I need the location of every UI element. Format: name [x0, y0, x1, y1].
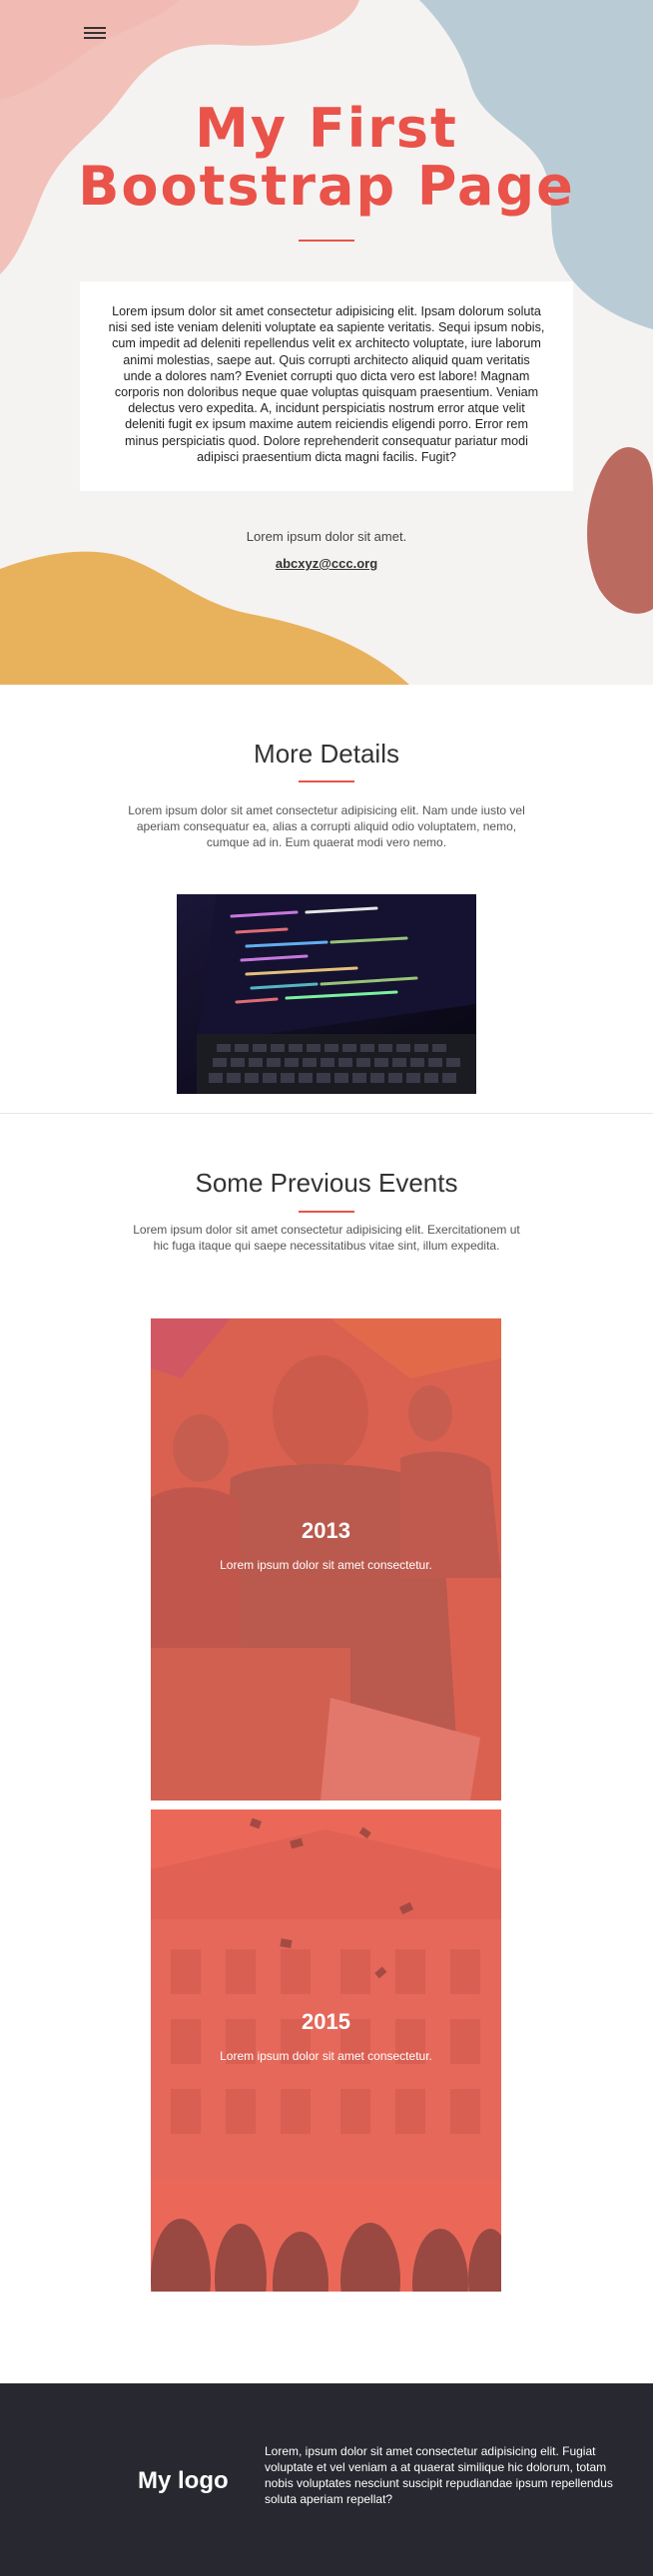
footer-logo[interactable]: My logo	[138, 2467, 229, 2495]
event-year: 2015	[302, 2009, 350, 2034]
hero-paragraph-card: Lorem ipsum dolor sit amet consectetur a…	[80, 281, 573, 491]
hero-title-line1: My First	[195, 97, 458, 160]
event-card-2013[interactable]: 2013 Lorem ipsum dolor sit amet consecte…	[151, 1318, 501, 1801]
contact-email-link[interactable]: abcxyz@ccc.org	[0, 556, 653, 571]
hero-subtitle: Lorem ipsum dolor sit amet.	[246, 529, 407, 544]
hero-title: My First Bootstrap Page	[0, 100, 653, 216]
details-title: More Details	[254, 739, 399, 769]
details-title-underline	[299, 780, 354, 782]
details-text: Lorem ipsum dolor sit amet consectetur a…	[128, 803, 525, 849]
hero-section: My First Bootstrap Page Lorem ipsum dolo…	[0, 0, 653, 685]
hero-title-line2: Bootstrap Page	[78, 155, 575, 218]
event-card-2015[interactable]: 2015 Lorem ipsum dolor sit amet consecte…	[151, 1809, 501, 2292]
events-text: Lorem ipsum dolor sit amet consectetur a…	[133, 1223, 520, 1253]
hamburger-icon	[84, 27, 106, 29]
events-title-underline	[299, 1211, 354, 1213]
section-divider	[0, 1113, 653, 1114]
events-title: Some Previous Events	[195, 1168, 458, 1198]
footer-text: Lorem, ipsum dolor sit amet consectetur …	[265, 2444, 613, 2506]
code-laptop-image	[177, 894, 476, 1094]
footer: My logo Lorem, ipsum dolor sit amet cons…	[0, 2383, 653, 2576]
hero-title-underline	[299, 240, 354, 242]
event-caption: Lorem ipsum dolor sit amet consectetur.	[220, 2049, 432, 2063]
event-caption: Lorem ipsum dolor sit amet consectetur.	[220, 1558, 432, 1572]
hero-paragraph: Lorem ipsum dolor sit amet consectetur a…	[108, 304, 545, 464]
menu-toggle-button[interactable]	[84, 24, 106, 42]
event-year: 2013	[302, 1518, 350, 1543]
